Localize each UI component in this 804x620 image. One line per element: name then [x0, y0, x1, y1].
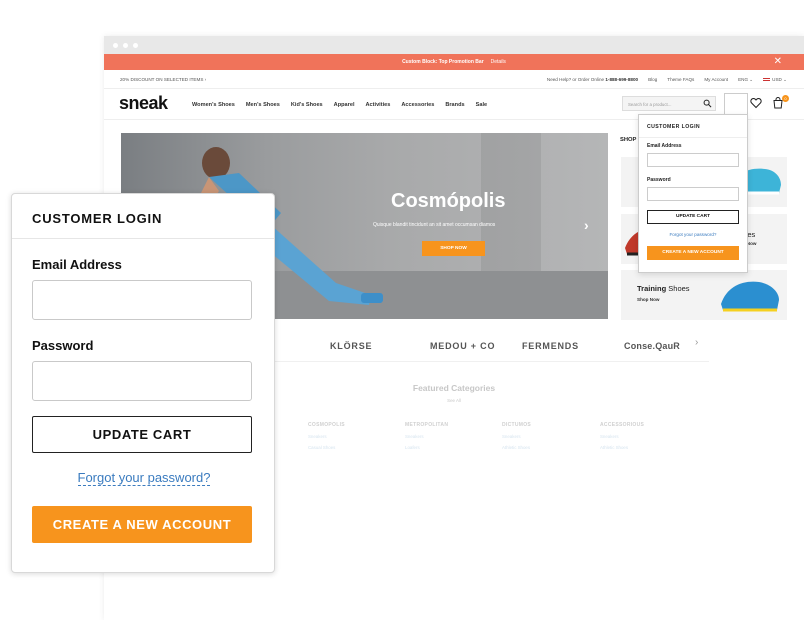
language-select[interactable]: ENG ⌄	[738, 77, 753, 83]
featured-column: COSMOPOLIS Sneakers Casual Shoes	[308, 422, 345, 450]
customer-login-panel: CUSTOMER LOGIN Email Address Password UP…	[11, 193, 275, 573]
nav-brands[interactable]: Brands	[445, 102, 464, 108]
nav-sale[interactable]: Sale	[476, 102, 488, 108]
password-label: Password	[647, 177, 671, 183]
divider	[12, 238, 274, 239]
divider	[639, 137, 747, 138]
top-link-faqs[interactable]: Theme FAQs	[667, 77, 694, 83]
email-label: Email Address	[647, 143, 682, 149]
brand-logo[interactable]: Conse.QauR	[624, 341, 680, 351]
close-icon[interactable]: ✕	[774, 56, 782, 68]
top-link-account[interactable]: My Account	[704, 77, 728, 83]
featured-column-heading: METROPOLITAN	[405, 422, 449, 428]
promo-details-link[interactable]: Details	[491, 59, 506, 65]
brand-logo[interactable]: MEDOU + CO	[430, 341, 495, 351]
forgot-password-row: Forgot your password?	[12, 470, 276, 486]
hero-subtitle: Quisque blandit tincidunt an sit amet oc…	[373, 222, 496, 228]
brand-logo[interactable]: FERMENDS	[522, 341, 579, 351]
hero-title: Cosmópolis	[391, 190, 506, 212]
site-logo[interactable]: sneak	[119, 93, 168, 114]
browser-titlebar	[104, 36, 804, 54]
email-field[interactable]	[647, 153, 739, 167]
login-dropdown: CUSTOMER LOGIN Email Address Password UP…	[638, 114, 748, 273]
cart-count-badge: 0	[782, 95, 789, 102]
discount-link[interactable]: 20% DISCOUNT ON SELECTED ITEMS ›	[120, 77, 206, 82]
featured-link[interactable]: Athletic Shoes	[502, 445, 531, 450]
top-bar: 20% DISCOUNT ON SELECTED ITEMS › Need He…	[104, 70, 804, 89]
password-label: Password	[32, 338, 94, 353]
brand-strip: S KLÖRSE MEDOU + CO FERMENDS Conse.QauR	[204, 338, 709, 362]
search-input[interactable]: Search for a product...	[622, 96, 716, 111]
promotion-bar: Custom Block: Top Promotion Bar Details …	[104, 54, 804, 70]
featured-link[interactable]: Sneakers	[405, 434, 448, 439]
search-icon[interactable]	[703, 99, 712, 108]
forgot-password-link[interactable]: Forgot your password?	[639, 232, 747, 237]
top-link-blog[interactable]: Blog	[648, 77, 657, 83]
nav-activities[interactable]: Activities	[366, 102, 391, 108]
login-title: CUSTOMER LOGIN	[32, 211, 163, 226]
hero-next-arrow-icon[interactable]: ›	[584, 217, 589, 233]
heart-icon[interactable]	[750, 97, 762, 109]
currency-select[interactable]: USD ⌄	[763, 77, 787, 83]
update-cart-button[interactable]: UPDATE CART	[647, 210, 739, 224]
main-nav: Women's Shoes Men's Shoes Kid's Shoes Ap…	[192, 102, 487, 108]
training-shoe-image	[721, 281, 779, 312]
hero-shop-now-button[interactable]: SHOP NOW	[422, 241, 485, 256]
featured-link[interactable]: Sneakers	[308, 434, 345, 439]
update-cart-button[interactable]: UPDATE CART	[32, 416, 252, 453]
featured-column-heading: DICTUMOS	[502, 422, 532, 428]
stage: Custom Block: Top Promotion Bar Details …	[0, 0, 804, 620]
featured-link[interactable]: Athletic Shoes	[600, 445, 644, 450]
featured-column: ACCESSORIOUS Sneakers Athletic Shoes	[600, 422, 644, 450]
brand-logo[interactable]: KLÖRSE	[330, 341, 372, 351]
nav-mens-shoes[interactable]: Men's Shoes	[246, 102, 280, 108]
nav-kids-shoes[interactable]: Kid's Shoes	[291, 102, 323, 108]
featured-link[interactable]: Sneakers	[502, 434, 531, 439]
shop-card-label: Training Shoes	[637, 284, 690, 293]
featured-column-heading: COSMOPOLIS	[308, 422, 345, 428]
window-dot	[123, 43, 128, 48]
shop-card-cta[interactable]: Shop Now	[637, 297, 659, 302]
search-placeholder: Search for a product...	[628, 102, 672, 107]
login-dropdown-title: CUSTOMER LOGIN	[647, 124, 701, 130]
nav-womens-shoes[interactable]: Women's Shoes	[192, 102, 235, 108]
top-links: Need Help? or Order Online 1-888-699-880…	[547, 77, 787, 83]
nav-accessories[interactable]: Accessories	[401, 102, 434, 108]
create-account-button[interactable]: CREATE A NEW ACCOUNT	[647, 246, 739, 260]
us-flag-icon	[763, 77, 771, 82]
featured-link[interactable]: Loafers	[405, 445, 448, 450]
shop-card-training[interactable]: Training Shoes Shop Now	[621, 270, 787, 320]
create-account-button[interactable]: CREATE A NEW ACCOUNT	[32, 506, 252, 543]
featured-link[interactable]: Casual Shoes	[308, 445, 345, 450]
promo-text: Custom Block: Top Promotion Bar	[402, 59, 484, 65]
featured-column: METROPOLITAN Sneakers Loafers	[405, 422, 448, 450]
email-field[interactable]	[32, 280, 252, 320]
forgot-password-link[interactable]: Forgot your password?	[77, 470, 211, 486]
password-field[interactable]	[647, 187, 739, 201]
featured-link[interactable]: Sneakers	[600, 434, 644, 439]
shop-heading: SHOP	[620, 137, 637, 143]
featured-column-heading: ACCESSORIOUS	[600, 422, 645, 428]
nav-apparel[interactable]: Apparel	[334, 102, 355, 108]
featured-column: DICTUMOS Sneakers Athletic Shoes	[502, 422, 531, 450]
brands-next-arrow-icon[interactable]: ›	[695, 337, 698, 348]
password-field[interactable]	[32, 361, 252, 401]
window-dot	[113, 43, 118, 48]
email-label: Email Address	[32, 257, 122, 272]
help-text: Need Help? or Order Online 1-888-699-880…	[546, 77, 639, 82]
window-dot	[133, 43, 138, 48]
